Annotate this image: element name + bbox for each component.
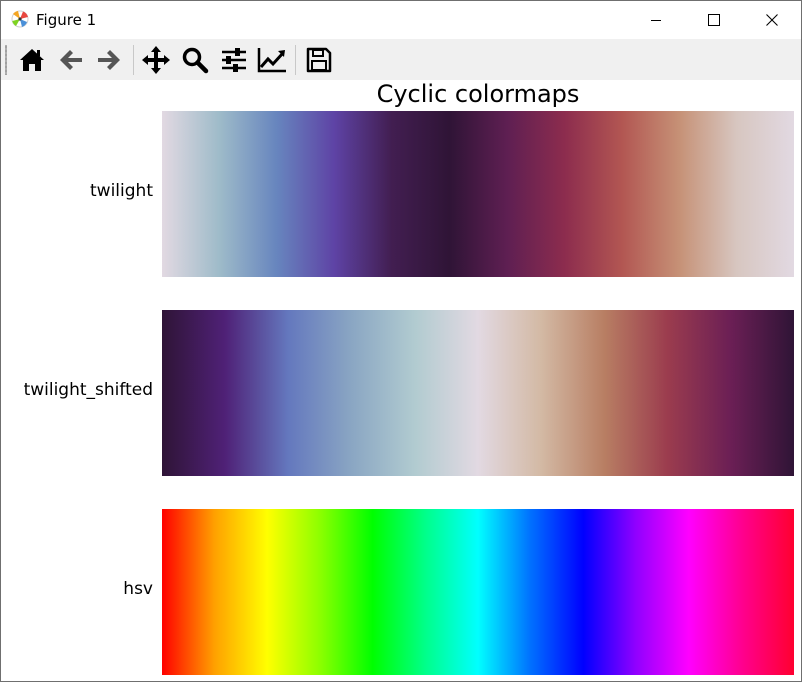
maximize-icon — [708, 14, 720, 26]
matplotlib-logo-icon — [11, 10, 29, 28]
toolbar-separator — [133, 45, 134, 75]
sliders-icon — [222, 48, 246, 72]
title-bar[interactable]: Figure 1 — [1, 1, 801, 39]
close-icon — [766, 14, 778, 26]
minimize-icon — [651, 20, 661, 21]
close-button[interactable] — [743, 1, 801, 39]
chart-line-icon — [257, 48, 286, 73]
navigation-toolbar — [1, 39, 801, 81]
colormap-label-hsv: hsv — [123, 579, 153, 599]
figure-title: Cyclic colormaps — [376, 80, 580, 108]
save-button[interactable] — [302, 43, 336, 77]
home-button[interactable] — [15, 43, 49, 77]
customize-button[interactable] — [255, 43, 289, 77]
back-button[interactable] — [54, 43, 88, 77]
colormap-bar-twilight-shifted — [162, 310, 794, 476]
minimize-button[interactable] — [627, 1, 685, 39]
arrow-left-icon — [60, 50, 82, 70]
magnifier-icon — [182, 47, 209, 74]
arrow-right-icon — [98, 50, 120, 70]
toolbar-separator — [295, 45, 296, 75]
figure-canvas[interactable]: Cyclic colormaps twilight twilight_shift… — [1, 80, 801, 681]
colormap-bar-hsv — [162, 509, 794, 675]
maximize-button[interactable] — [685, 1, 743, 39]
move-icon — [142, 46, 170, 74]
colormap-label-twilight-shifted: twilight_shifted — [23, 380, 153, 400]
pan-button[interactable] — [139, 43, 173, 77]
toolbar-grip[interactable] — [5, 45, 7, 75]
subplots-button[interactable] — [217, 43, 251, 77]
home-icon — [20, 49, 44, 71]
zoom-button[interactable] — [178, 43, 212, 77]
forward-button[interactable] — [92, 43, 126, 77]
floppy-disk-icon — [306, 47, 332, 73]
figure-window: Figure 1 Cyclic colormaps twilight twili… — [0, 0, 802, 682]
window-title: Figure 1 — [36, 11, 97, 29]
colormap-label-twilight: twilight — [90, 181, 153, 201]
colormap-bar-twilight — [162, 111, 794, 277]
